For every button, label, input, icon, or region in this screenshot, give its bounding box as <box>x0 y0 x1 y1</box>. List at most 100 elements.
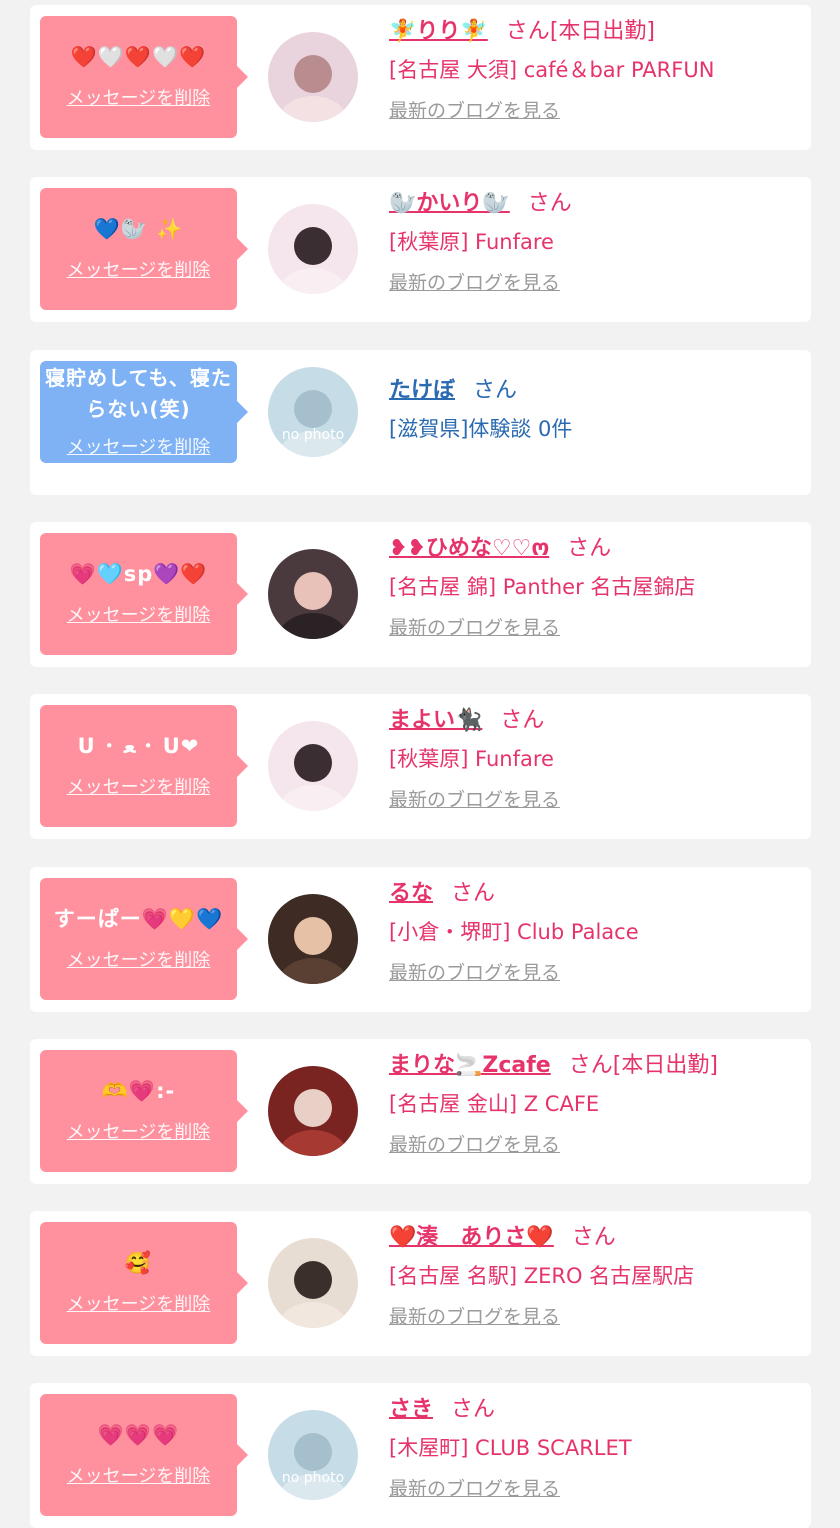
message-text: ❤️🤍❤️🤍❤️ <box>70 45 207 69</box>
delete-message-link[interactable]: メッセージを削除 <box>40 84 237 110</box>
honorific-label: さん <box>505 19 550 44</box>
profile-name-link[interactable]: たけぼ <box>389 378 455 403</box>
message-card: 🫶💗⁠:- メッセージを削除 まりな🚬Zcafe さん[本日出勤] [名古屋 金山] Z… <box>30 1039 811 1184</box>
profile-name-link[interactable]: さき <box>389 1397 433 1422</box>
latest-blog-link[interactable]: 最新のブログを見る <box>389 786 560 814</box>
profile-info: 🧚りり🧚 さん[本日出勤] [名古屋 大須] café＆bar PARFUN 最新のブ… <box>389 17 801 125</box>
working-today-badge: [本日出勤] <box>612 1053 718 1078</box>
profile-name-link[interactable]: ❤️湊 ありさ❤️ <box>389 1225 554 1250</box>
latest-blog-link[interactable]: 最新のブログを見る <box>389 1131 560 1159</box>
delete-message-link[interactable]: メッセージを削除 <box>40 256 237 282</box>
name-line: 🦭かいり🦭 さん <box>389 189 801 219</box>
avatar-head-shape <box>294 227 332 265</box>
avatar-head-shape <box>294 55 332 93</box>
latest-blog-link[interactable]: 最新のブログを見る <box>389 1475 560 1503</box>
profile-info: まよい🐈‍⬛ さん [秋葉原] Funfare 最新のブログを見る <box>389 706 801 814</box>
message-card: 💗💗💗 メッセージを削除 no photo さき さん [木屋町] CLUB SCARLE… <box>30 1383 811 1528</box>
avatar[interactable] <box>268 721 358 811</box>
profile-name-link[interactable]: 🧚りり🧚 <box>389 19 488 44</box>
message-text: 寝貯めしても、寝たらない(笑) <box>45 366 232 421</box>
profile-info: ❥❥ひめな♡♡ო さん [名古屋 錦] Panther 名古屋錦店最新のブログを見る <box>389 534 801 642</box>
shop-label: [秋葉原] Funfare <box>389 230 554 254</box>
message-card: 寝貯めしても、寝たらない(笑) メッセージを削除 no photo たけぼ さん [滋賀県… <box>30 350 811 495</box>
shop-label: [名古屋 大須] café＆bar PARFUN <box>389 58 715 82</box>
profile-name-link[interactable]: るな <box>389 881 433 906</box>
avatar[interactable]: no photo <box>268 367 358 457</box>
latest-blog-link[interactable]: 最新のブログを見る <box>389 959 560 987</box>
working-today-badge: [本日出勤] <box>549 19 655 44</box>
avatar-head-shape <box>294 917 332 955</box>
message-text: 💙🦭 ✨ <box>93 217 184 241</box>
profile-name-link[interactable]: まりな🚬Zcafe <box>389 1053 551 1078</box>
avatar[interactable] <box>268 1238 358 1328</box>
avatar-head-shape <box>294 1433 332 1471</box>
message-card: 💙🦭 ✨ メッセージを削除 🦭かいり🦭 さん [秋葉原] Funfare 最新のブログを見… <box>30 177 811 322</box>
avatar[interactable]: no photo <box>268 1410 358 1500</box>
avatar[interactable] <box>268 1066 358 1156</box>
avatar-head-shape <box>294 1261 332 1299</box>
message-text: 🥰 <box>124 1251 153 1275</box>
latest-blog-link[interactable]: 最新のブログを見る <box>389 97 560 125</box>
delete-message-link[interactable]: メッセージを削除 <box>40 433 237 459</box>
shop-label: [滋賀県]体験談 0件 <box>389 417 573 441</box>
delete-message-link[interactable]: メッセージを削除 <box>40 1118 237 1144</box>
avatar-head-shape <box>294 390 332 428</box>
profile-name-link[interactable]: 🦭かいり🦭 <box>389 191 510 216</box>
message-text: すーぱー💗💛💙 <box>53 907 224 931</box>
profile-info: ❤️湊 ありさ❤️ さん [名古屋 名駅] ZERO 名古屋駅店 最新のブログを見る <box>389 1223 801 1331</box>
latest-blog-link[interactable]: 最新のブログを見る <box>389 614 560 642</box>
name-line: まりな🚬Zcafe さん[本日出勤] <box>389 1051 801 1081</box>
profile-info: 🦭かいり🦭 さん [秋葉原] Funfare 最新のブログを見る <box>389 189 801 297</box>
avatar[interactable] <box>268 549 358 639</box>
name-line: ❤️湊 ありさ❤️ さん <box>389 1223 801 1253</box>
message-list: ❤️🤍❤️🤍❤️ メッセージを削除 🧚りり🧚 さん[本日出勤] [名古屋 大須] caf… <box>0 0 840 1528</box>
profile-name-link[interactable]: ❥❥ひめな♡♡ო <box>389 536 549 561</box>
delete-message-link[interactable]: メッセージを削除 <box>40 1290 237 1316</box>
message-bubble: 🥰 メッセージを削除 <box>40 1222 248 1344</box>
profile-name-link[interactable]: まよい🐈‍⬛ <box>389 708 482 733</box>
shop-label: [名古屋 錦] Panther 名古屋錦店 <box>389 575 696 599</box>
avatar[interactable] <box>268 204 358 294</box>
message-card: すーぱー💗💛💙 メッセージを削除 るな さん [小倉・堺町] Club Palace 最新… <box>30 867 811 1012</box>
profile-info: まりな🚬Zcafe さん[本日出勤] [名古屋 金山] Z CAFE 最新のブログを見… <box>389 1051 801 1159</box>
message-text: 💗🩵sp💜❤️ <box>69 562 208 586</box>
message-card: 🥰 メッセージを削除 ❤️湊 ありさ❤️ さん [名古屋 名駅] ZERO 名古屋駅店最… <box>30 1211 811 1356</box>
name-line: るな さん <box>389 879 801 909</box>
delete-message-link[interactable]: メッセージを削除 <box>40 773 237 799</box>
name-line: 🧚りり🧚 さん[本日出勤] <box>389 17 801 47</box>
delete-message-link[interactable]: メッセージを削除 <box>40 601 237 627</box>
latest-blog-link[interactable]: 最新のブログを見る <box>389 1303 560 1331</box>
message-card: 💗🩵sp💜❤️ メッセージを削除 ❥❥ひめな♡♡ო さん [名古屋 錦] Panther… <box>30 522 811 667</box>
honorific-label: さん <box>473 378 518 403</box>
name-line: さき さん <box>389 1395 801 1425</box>
delete-message-link[interactable]: メッセージを削除 <box>40 946 237 972</box>
honorific-label: さん <box>451 1397 496 1422</box>
message-bubble: 🫶💗⁠:- メッセージを削除 <box>40 1050 248 1172</box>
message-card: U ･ ﻌ ･ U❤ メッセージを削除 まよい🐈‍⬛ さん [秋葉原] Funfare 最… <box>30 694 811 839</box>
name-line: たけぼ さん <box>389 376 801 406</box>
avatar[interactable] <box>268 32 358 122</box>
name-line: まよい🐈‍⬛ さん <box>389 706 801 736</box>
message-bubble: 💙🦭 ✨ メッセージを削除 <box>40 188 248 310</box>
avatar[interactable] <box>268 894 358 984</box>
latest-blog-link[interactable]: 最新のブログを見る <box>389 269 560 297</box>
honorific-label: さん <box>451 881 496 906</box>
message-text: U ･ ﻌ ･ U❤ <box>77 734 200 758</box>
message-card: ❤️🤍❤️🤍❤️ メッセージを削除 🧚りり🧚 さん[本日出勤] [名古屋 大須] caf… <box>30 5 811 150</box>
honorific-label: さん <box>568 1053 613 1078</box>
profile-info: さき さん [木屋町] CLUB SCARLET 最新のブログを見る <box>389 1395 801 1503</box>
message-text: 🫶💗⁠:- <box>101 1079 176 1103</box>
honorific-label: さん <box>571 1225 616 1250</box>
name-line: ❥❥ひめな♡♡ო さん <box>389 534 801 564</box>
message-bubble: U ･ ﻌ ･ U❤ メッセージを削除 <box>40 705 248 827</box>
no-photo-label: no photo <box>282 1470 344 1486</box>
message-bubble: 💗🩵sp💜❤️ メッセージを削除 <box>40 533 248 655</box>
profile-info: るな さん [小倉・堺町] Club Palace 最新のブログを見る <box>389 879 801 987</box>
no-photo-label: no photo <box>282 427 344 443</box>
shop-label: [秋葉原] Funfare <box>389 747 554 771</box>
avatar-head-shape <box>294 572 332 610</box>
honorific-label: さん <box>527 191 572 216</box>
message-text: 💗💗💗 <box>97 1423 180 1447</box>
profile-info: たけぼ さん [滋賀県]体験談 0件 <box>389 376 801 444</box>
delete-message-link[interactable]: メッセージを削除 <box>40 1462 237 1488</box>
